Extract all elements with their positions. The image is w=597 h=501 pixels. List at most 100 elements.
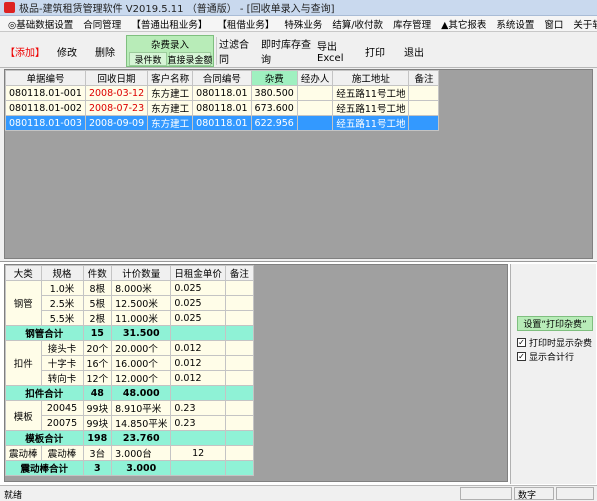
table-header-row: 单据编号 回收日期 客户名称 合同编号 杂费 经办人 施工地址 备注: [5, 70, 440, 86]
subtotal-count: 48: [82, 385, 113, 401]
misc-fee-group: 杂费录入 录件数 直接录金额: [126, 35, 214, 67]
col-customer[interactable]: 客户名称: [147, 70, 194, 86]
cell: 8.910平米: [111, 400, 172, 416]
detail-table: 大类 规格 件数 计价数量 日租金单价 备注 钢管 1.0米 8根 8.000米…: [5, 265, 254, 476]
options-panel: 设置“打印杂费” ✓ 打印时显示杂费 ✓ 显示合计行: [510, 264, 596, 484]
cell: [408, 100, 440, 116]
exit-button[interactable]: 退出: [396, 36, 432, 66]
menu-contract[interactable]: 合同管理: [78, 17, 126, 31]
cell: 经五路11号工地: [332, 115, 410, 131]
detail-grid: 大类 规格 件数 计价数量 日租金单价 备注 钢管 1.0米 8根 8.000米…: [4, 264, 508, 482]
table-row[interactable]: 080118.01-001 2008-03-12 东方建工 080118.01 …: [5, 85, 440, 101]
table-row[interactable]: 20075 99块 14.850平米 0.23: [6, 415, 254, 431]
menu-window[interactable]: 窗口: [539, 17, 568, 31]
table-row[interactable]: 转向卡 12个 12.000个 0.012: [6, 370, 254, 386]
cell: 080118.01: [192, 85, 252, 101]
col-detail-note[interactable]: 备注: [224, 265, 254, 281]
col-handler[interactable]: 经办人: [296, 70, 334, 86]
edit-button[interactable]: 修改: [50, 36, 84, 66]
add-button[interactable]: 【添加】: [4, 36, 45, 66]
menu-special[interactable]: 特殊业务: [279, 17, 327, 31]
cell: [224, 415, 254, 431]
cell: 5根: [82, 295, 113, 311]
table-row[interactable]: 模板 20045 99块 8.910平米 0.23: [5, 400, 254, 431]
subtotal-count: 198: [82, 430, 113, 446]
menu-reports[interactable]: ▲其它报表: [436, 17, 491, 31]
print-button[interactable]: 打印: [360, 36, 390, 66]
col-contract-no[interactable]: 合同编号: [192, 70, 252, 86]
col-spec[interactable]: 规格: [40, 265, 84, 281]
cell: 16个: [82, 355, 113, 371]
col-daily-price[interactable]: 日租金单价: [170, 265, 226, 281]
cell: 2008-07-23: [84, 100, 149, 116]
table-row[interactable]: 十字卡 16个 16.000个 0.012: [6, 355, 254, 371]
cell: [224, 460, 254, 476]
table-row[interactable]: 震动棒 震动棒 3台 3.000台 12: [5, 445, 254, 461]
category-cell: 扣件: [5, 340, 42, 386]
menu-settings[interactable]: 系统设置: [491, 17, 539, 31]
title-bar: 极品-建筑租赁管理软件 V2019.5.11 （普通版） - [回收单录入与查询…: [0, 0, 597, 16]
export-excel-button[interactable]: 导出Excel: [316, 36, 356, 66]
cell: 经五路11号工地: [332, 100, 410, 116]
subtotal-label: 模板合计: [5, 430, 84, 446]
cell: 080118.01-001: [5, 85, 86, 101]
subtotal-count: 3: [82, 460, 113, 476]
print-misc-label: 打印时显示杂费: [529, 339, 593, 349]
menu-borrow[interactable]: 【租借业务】: [212, 17, 279, 31]
cell: 12个: [82, 370, 113, 386]
col-note[interactable]: 备注: [408, 70, 440, 86]
show-total-checkbox[interactable]: ✓ 显示合计行: [517, 350, 574, 363]
col-priced-qty[interactable]: 计价数量: [111, 265, 172, 281]
col-misc-fee[interactable]: 杂费: [250, 70, 298, 86]
cell: 99块: [82, 415, 113, 431]
menu-normal-rental[interactable]: 【普通出租业务】: [126, 17, 212, 31]
cell: 东方建工: [147, 100, 194, 116]
cell: 2008-03-12: [84, 85, 149, 101]
cell: [224, 445, 254, 461]
cell: [170, 325, 226, 341]
cell: 380.500: [250, 85, 298, 101]
cell: 11.000米: [111, 310, 172, 326]
cell: [224, 430, 254, 446]
print-misc-checkbox[interactable]: ✓ 打印时显示杂费: [517, 336, 592, 349]
cell: 8根: [82, 280, 113, 296]
subtotal-row: 模板合计 198 23.760: [5, 430, 254, 446]
col-doc-no[interactable]: 单据编号: [5, 70, 86, 86]
table-row[interactable]: 钢管 1.0米 8根 8.000米 0.025: [5, 280, 254, 326]
cell: 东方建工: [147, 85, 194, 101]
delete-button[interactable]: 删除: [88, 36, 122, 66]
subtotal-row: 震动棒合计 3 3.000: [5, 460, 254, 476]
by-count-button[interactable]: 录件数: [129, 52, 167, 66]
col-category[interactable]: 大类: [5, 265, 42, 281]
cell: 080118.01: [192, 115, 252, 131]
cell: 0.012: [170, 355, 226, 371]
col-count[interactable]: 件数: [82, 265, 113, 281]
menu-settlement[interactable]: 结算/收付款: [327, 17, 388, 31]
cell: 2008-09-09: [84, 115, 149, 131]
cell: 080118.01-003: [5, 115, 86, 131]
table-row[interactable]: 5.5米 2根 11.000米 0.025: [6, 310, 254, 326]
col-return-date[interactable]: 回收日期: [84, 70, 149, 86]
table-row[interactable]: 扣件 接头卡 20个 20.000个 0.012: [5, 340, 254, 386]
subtotal-qty: 3.000: [111, 460, 172, 476]
menu-stock[interactable]: 库存管理: [388, 17, 436, 31]
table-row-selected[interactable]: 080118.01-003 2008-09-09 东方建工 080118.01 …: [5, 115, 440, 131]
cell: 0.025: [170, 310, 226, 326]
cell: 622.956: [250, 115, 298, 131]
table-row[interactable]: 080118.01-002 2008-07-23 东方建工 080118.01 …: [5, 100, 440, 116]
col-site-address[interactable]: 施工地址: [332, 70, 410, 86]
menu-basic-data[interactable]: ◎基础数据设置: [3, 17, 78, 31]
cell: 080118.01-002: [5, 100, 86, 116]
direct-amount-button[interactable]: 直接录金额: [168, 52, 213, 66]
status-bar: 就绪 数字: [0, 485, 597, 501]
menu-about[interactable]: 关于软件: [568, 17, 597, 31]
cell: 0.012: [170, 340, 226, 356]
cell: 接头卡: [40, 340, 84, 356]
filter-contract-button[interactable]: 过滤合同: [218, 36, 258, 66]
subtotal-count: 15: [82, 325, 113, 341]
set-print-misc-button[interactable]: 设置“打印杂费”: [517, 316, 593, 331]
realtime-stock-button[interactable]: 即时库存查询: [260, 36, 314, 66]
table-row[interactable]: 2.5米 5根 12.500米 0.025: [6, 295, 254, 311]
cell: 8.000米: [111, 280, 172, 296]
cell: 2.5米: [40, 295, 84, 311]
